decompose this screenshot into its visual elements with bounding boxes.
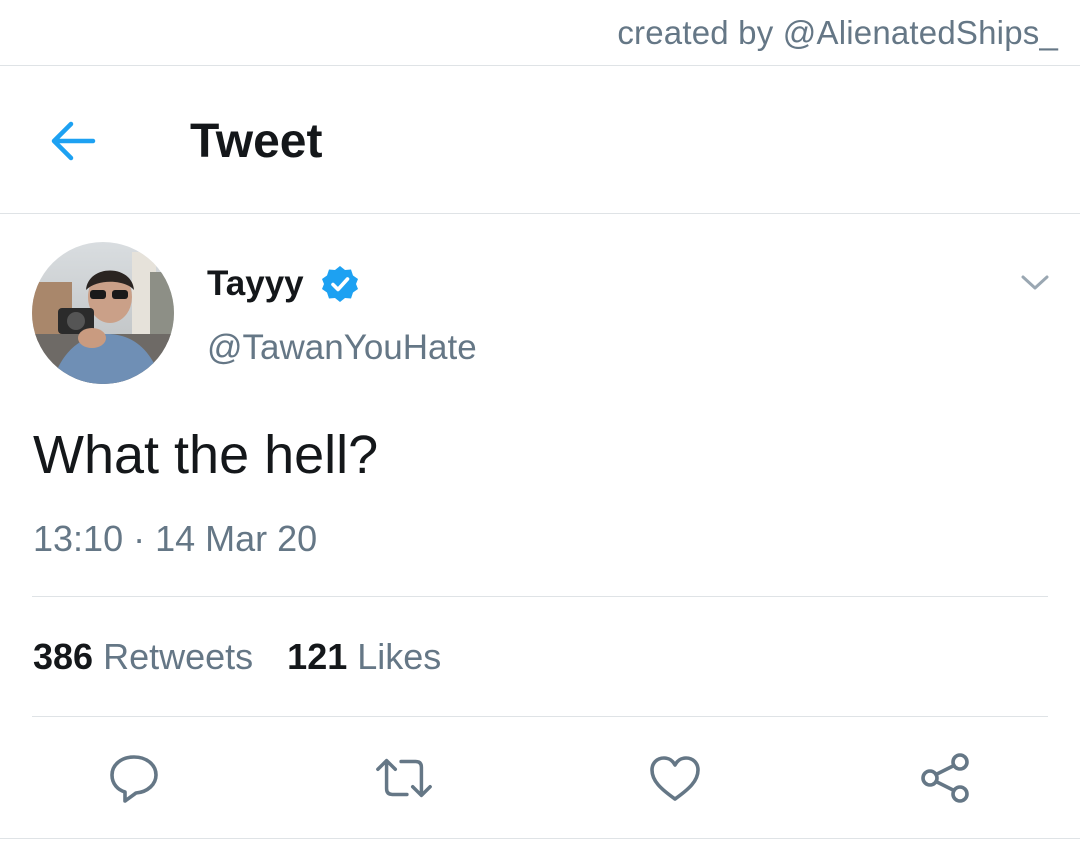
engagement-stats: 386 Retweets 121 Likes	[33, 636, 441, 678]
avatar[interactable]	[32, 242, 174, 384]
likes-stat[interactable]: 121 Likes	[287, 636, 441, 677]
divider	[32, 716, 1048, 717]
divider	[32, 596, 1048, 597]
tweet-header: Tweet	[0, 66, 1080, 214]
retweet-icon	[376, 758, 432, 798]
tweet-options-button[interactable]	[1014, 262, 1056, 304]
page-title: Tweet	[190, 115, 323, 168]
retweet-button[interactable]	[374, 748, 434, 808]
back-button[interactable]	[40, 108, 106, 174]
arrow-left-icon	[51, 121, 96, 161]
verified-badge-icon	[322, 266, 358, 302]
retweets-stat[interactable]: 386 Retweets	[33, 636, 253, 677]
heart-icon	[650, 756, 700, 801]
divider	[0, 838, 1080, 839]
retweets-count: 386	[33, 636, 94, 677]
author-handle[interactable]: @TawanYouHate	[207, 328, 477, 368]
reply-icon	[110, 755, 158, 803]
avatar-photo	[32, 242, 174, 384]
chevron-down-icon	[1021, 275, 1049, 290]
author-display-name[interactable]: Tayyy	[207, 264, 304, 304]
reply-button[interactable]	[104, 748, 164, 808]
tweet-timestamp: 13:10 · 14 Mar 20	[33, 518, 318, 559]
like-button[interactable]	[645, 748, 705, 808]
retweets-label: Retweets	[103, 636, 254, 677]
credit-bar: created by @AlienatedShips_	[0, 0, 1080, 66]
likes-label: Likes	[357, 636, 442, 677]
credit-text: created by @AlienatedShips_	[617, 14, 1058, 51]
likes-count: 121	[287, 636, 348, 677]
share-icon	[921, 753, 969, 803]
tweet-text: What the hell?	[33, 425, 379, 485]
share-button[interactable]	[915, 748, 975, 808]
